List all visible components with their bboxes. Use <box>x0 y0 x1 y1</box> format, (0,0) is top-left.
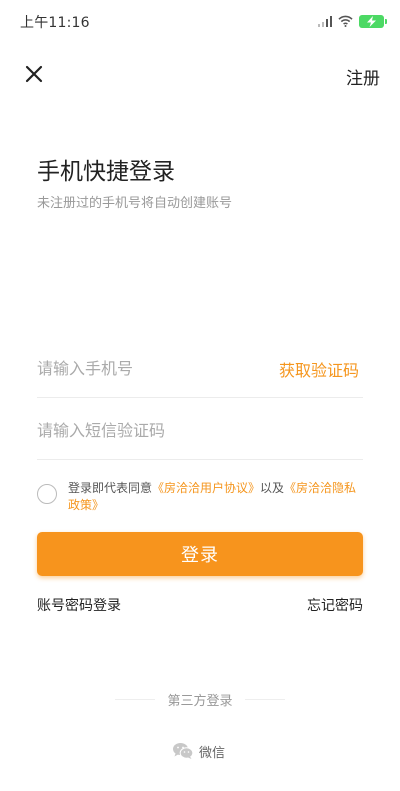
wechat-login-button[interactable]: 微信 <box>172 741 225 761</box>
phone-field-row: 获取验证码 <box>37 336 363 398</box>
agreement-mid: 以及 <box>260 481 285 495</box>
phone-input[interactable] <box>37 356 267 380</box>
code-field-row <box>37 398 363 460</box>
third-party-section: 第三方登录 <box>0 690 400 710</box>
forgot-password-link[interactable]: 忘记密码 <box>307 595 363 615</box>
page-subtitle: 未注册过的手机号将自动创建账号 <box>37 196 233 211</box>
divider <box>245 699 285 700</box>
agreement-checkbox[interactable] <box>37 484 57 504</box>
wifi-icon <box>338 15 353 27</box>
user-agreement-link[interactable]: 《房洽洽用户协议》 <box>152 481 260 495</box>
status-bar: 上午11:16 <box>0 0 400 40</box>
sms-code-input[interactable] <box>37 418 267 442</box>
wechat-label: 微信 <box>199 745 226 761</box>
agreement-prefix: 登录即代表同意 <box>68 481 153 495</box>
page-title: 手机快捷登录 <box>37 159 175 185</box>
get-code-button[interactable]: 获取验证码 <box>279 357 359 381</box>
battery-charging-icon <box>359 14 387 28</box>
agreement-text: 登录即代表同意《房洽洽用户协议》以及《房洽洽隐私政策》 <box>68 480 358 514</box>
close-button[interactable] <box>22 62 46 86</box>
signal-icon <box>318 15 332 27</box>
close-icon <box>25 65 43 83</box>
password-login-link[interactable]: 账号密码登录 <box>37 595 121 615</box>
login-button[interactable]: 登录 <box>37 532 363 576</box>
register-link[interactable]: 注册 <box>346 64 380 89</box>
third-party-label: 第三方登录 <box>167 694 233 709</box>
status-time: 上午11:16 <box>20 15 90 31</box>
wechat-icon <box>173 743 194 759</box>
status-icons <box>318 13 387 29</box>
